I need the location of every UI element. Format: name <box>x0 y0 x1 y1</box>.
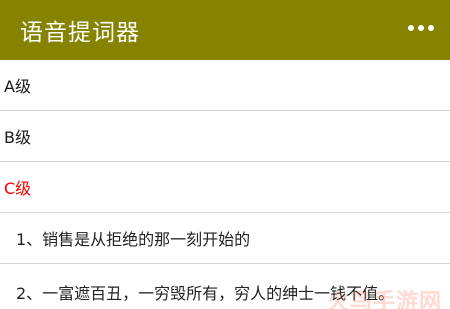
more-dot-icon <box>418 25 424 31</box>
level-item-c[interactable]: C级 <box>0 162 450 213</box>
more-options-button[interactable] <box>406 17 436 39</box>
app-title: 语音提词器 <box>20 20 140 46</box>
script-item-label: 1、销售是从拒绝的那一刻开始的 <box>16 230 251 249</box>
level-label: B级 <box>4 128 31 147</box>
more-dot-icon <box>408 25 414 31</box>
app-bar: 语音提词器 <box>0 0 450 60</box>
script-item-1[interactable]: 1、销售是从拒绝的那一刻开始的 <box>0 213 450 264</box>
level-label: C级 <box>4 179 32 198</box>
script-item-label: 2、一富遮百丑，一穷毁所有，穷人的绅士一钱不值。 <box>16 284 395 303</box>
script-item-2[interactable]: 2、一富遮百丑，一穷毁所有，穷人的绅士一钱不值。 火鸟手游网 <box>0 264 450 309</box>
level-list: A级 B级 C级 1、销售是从拒绝的那一刻开始的 2、一富遮百丑，一穷毁所有，穷… <box>0 60 450 309</box>
more-dot-icon <box>428 25 434 31</box>
level-item-a[interactable]: A级 <box>0 60 450 111</box>
level-item-b[interactable]: B级 <box>0 111 450 162</box>
level-label: A级 <box>4 77 31 96</box>
